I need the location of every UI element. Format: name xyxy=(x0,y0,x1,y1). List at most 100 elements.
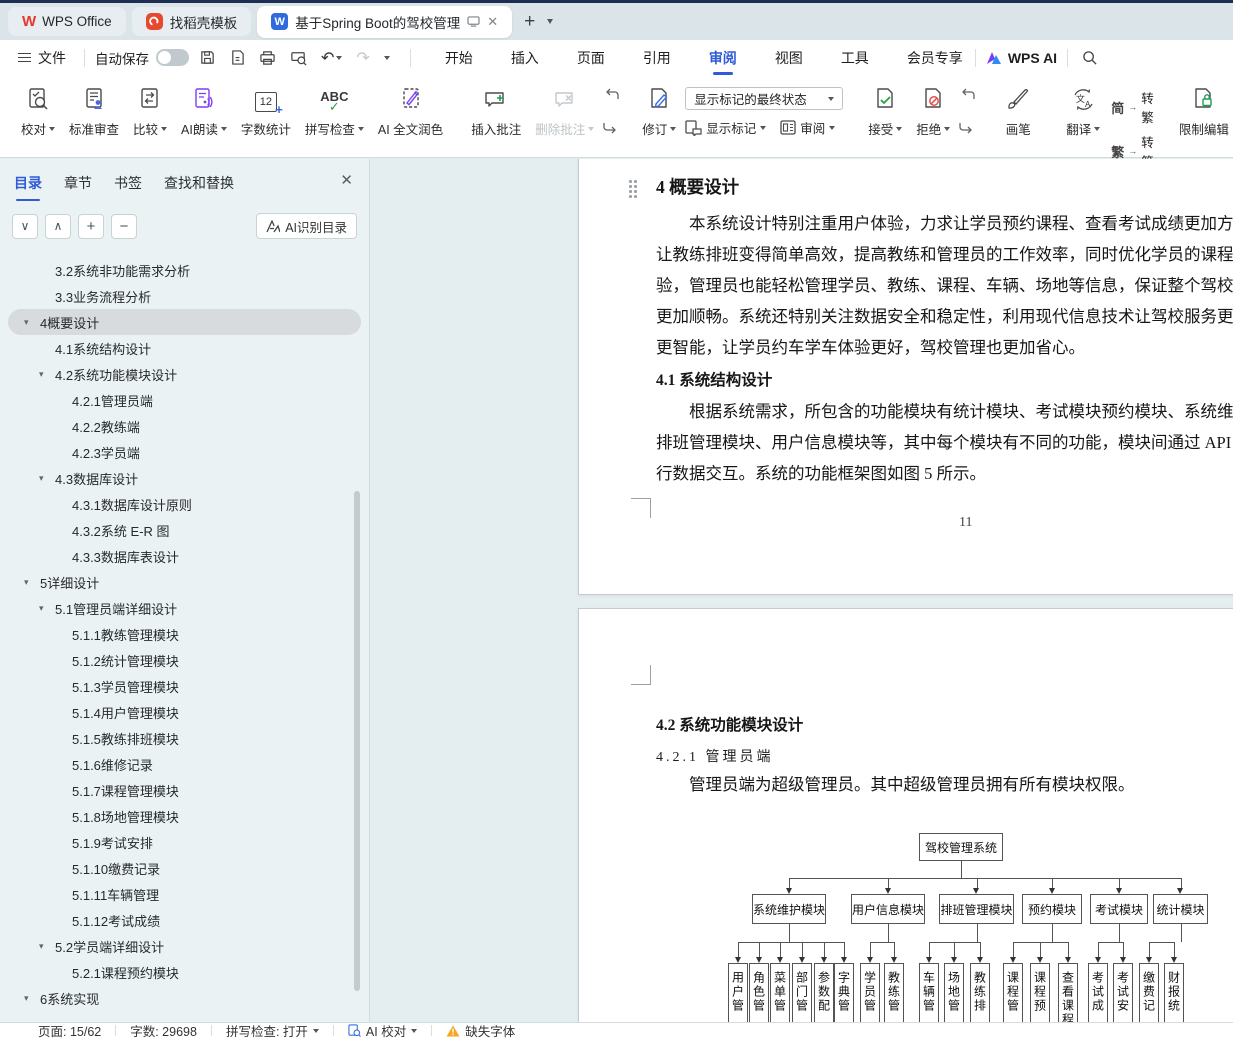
tab-docer-templates[interactable]: 找稻壳模板 xyxy=(131,7,252,36)
markup-state-combobox[interactable]: 显示标记的最终状态 xyxy=(685,87,844,110)
undo-button[interactable]: ↶ xyxy=(321,48,343,68)
review-pane-button[interactable]: 审阅 xyxy=(780,118,836,137)
tab-toc[interactable]: 目录 xyxy=(14,173,42,201)
redo-button[interactable]: ↷ xyxy=(356,48,369,68)
expand-arrow-icon[interactable]: ▾ xyxy=(24,993,40,1004)
toc-item[interactable]: 4.3.1数据库设计原则 xyxy=(8,491,361,517)
toc-item[interactable]: 4.3.2系统 E-R 图 xyxy=(8,517,361,543)
accept-button[interactable]: 接受 xyxy=(861,80,909,143)
toc-item[interactable]: 5.1.10缴费记录 xyxy=(8,855,361,881)
toc-item[interactable]: 4.2.1管理员端 xyxy=(8,387,361,413)
close-tab-icon[interactable]: ✕ xyxy=(487,14,498,30)
expand-down-button[interactable]: ∨ xyxy=(12,213,38,239)
toc-item[interactable]: 4.2.2教练端 xyxy=(8,413,361,439)
previous-revision-icon[interactable] xyxy=(959,86,975,100)
toc-item[interactable]: ▾ 4.3数据库设计 xyxy=(8,465,361,491)
show-markup-button[interactable]: 显示标记 xyxy=(685,118,767,137)
screen-share-icon[interactable] xyxy=(467,16,480,27)
toc-item[interactable]: 4.2.3学员端 xyxy=(8,439,361,465)
word-count-button[interactable]: 12 + 字数统计 xyxy=(234,80,298,143)
spell-check-button[interactable]: ABC ✓ 拼写检查 xyxy=(298,80,371,143)
expand-arrow-icon[interactable]: ▾ xyxy=(24,317,40,328)
reject-button[interactable]: 拒绝 xyxy=(909,80,957,143)
toc-item[interactable]: 4.1系统结构设计 xyxy=(8,335,361,361)
missing-font-warning[interactable]: 缺失字体 xyxy=(446,1021,515,1038)
brush-button[interactable]: 画笔 xyxy=(991,80,1045,143)
ai-read-button[interactable]: AI朗读 xyxy=(174,80,234,143)
ai-polish-button[interactable]: AI 全文润色 xyxy=(371,80,450,143)
document-page-12[interactable]: 4.2 系统功能模块设计 4.2.1 管理员端 管理员端为超级管理员。其中超级管… xyxy=(578,608,1233,1022)
paragraph-drag-handle-icon[interactable] xyxy=(629,180,639,198)
translate-button[interactable]: 文A 翻译 xyxy=(1059,80,1107,143)
tab-document[interactable]: W 基于Spring Boot的驾校管理 ✕ xyxy=(257,5,513,38)
toc-item[interactable]: ▾ 5.2学员端详细设计 xyxy=(8,933,361,959)
expand-arrow-icon[interactable]: ▾ xyxy=(39,473,55,484)
expand-arrow-icon[interactable]: ▾ xyxy=(24,577,40,588)
previous-comment-icon[interactable] xyxy=(603,86,619,100)
toc-item[interactable]: ▾ 5详细设计 xyxy=(8,569,361,595)
tab-list-chevron-icon[interactable] xyxy=(547,19,554,24)
menu-reference[interactable]: 引用 xyxy=(641,41,673,75)
toc-item[interactable]: ▾ 4.2系统功能模块设计 xyxy=(8,361,361,387)
close-sidebar-icon[interactable]: ✕ xyxy=(340,171,353,189)
proofread-button[interactable]: 校对 xyxy=(14,80,62,143)
quickbar-chevron-icon[interactable] xyxy=(383,55,390,60)
revise-button[interactable]: 修订 xyxy=(635,80,683,143)
print-icon[interactable] xyxy=(259,50,276,66)
toc-item[interactable]: 5.2.1课程预约模块 xyxy=(8,959,361,985)
toc-item[interactable]: 5.1.2统计管理模块 xyxy=(8,647,361,673)
menu-tools[interactable]: 工具 xyxy=(839,41,871,75)
document-page-11[interactable]: 4 概要设计 本系统设计特别注重用户体验，力求让学员预约课程、查看考试成绩更加方… xyxy=(578,159,1233,595)
next-comment-icon[interactable] xyxy=(603,122,619,136)
menu-home[interactable]: 开始 xyxy=(443,41,475,75)
menu-insert[interactable]: 插入 xyxy=(509,41,541,75)
ai-proofread-status[interactable]: AI 校对 xyxy=(348,1021,418,1038)
search-icon[interactable] xyxy=(1082,50,1098,66)
tab-chapter[interactable]: 章节 xyxy=(64,173,92,201)
menu-page[interactable]: 页面 xyxy=(575,41,607,75)
toc-item[interactable]: ▾ 4概要设计 xyxy=(8,309,361,335)
menu-view[interactable]: 视图 xyxy=(773,41,805,75)
tab-bookmark[interactable]: 书签 xyxy=(114,173,142,201)
toc-item[interactable]: ▾ 6系统实现 xyxy=(8,985,361,1011)
to-traditional-button[interactable]: 简 → 转繁 xyxy=(1111,88,1154,126)
sidebar-scrollbar[interactable] xyxy=(354,491,360,991)
page-indicator[interactable]: 页面: 15/62 xyxy=(38,1021,101,1038)
collapse-all-button[interactable]: − xyxy=(111,213,137,239)
toc-item[interactable]: 5.1.12考试成绩 xyxy=(8,907,361,933)
autosave-toggle[interactable] xyxy=(156,49,189,66)
toc-item[interactable]: 5.1.11车辆管理 xyxy=(8,881,361,907)
toc-item[interactable]: 5.1.8场地管理模块 xyxy=(8,803,361,829)
toc-item[interactable]: 5.1.1教练管理模块 xyxy=(8,621,361,647)
expand-arrow-icon[interactable]: ▾ xyxy=(39,369,55,380)
file-menu[interactable]: 文件 xyxy=(10,48,74,68)
menu-member[interactable]: 会员专享 xyxy=(905,41,965,75)
toc-item[interactable]: 5.1.4用户管理模块 xyxy=(8,699,361,725)
save-icon[interactable] xyxy=(199,49,216,66)
tab-find-replace[interactable]: 查找和替换 xyxy=(164,173,234,201)
document-canvas[interactable]: 4 概要设计 本系统设计特别注重用户体验，力求让学员预约课程、查看考试成绩更加方… xyxy=(371,159,1233,1022)
toc-item[interactable]: 5.1.6维修记录 xyxy=(8,751,361,777)
next-revision-icon[interactable] xyxy=(959,122,975,136)
toc-item[interactable]: 5.1.3学员管理模块 xyxy=(8,673,361,699)
wps-ai-button[interactable]: WPS AI xyxy=(986,50,1057,66)
export-pdf-icon[interactable] xyxy=(230,49,245,66)
toc-item[interactable]: 3.3业务流程分析 xyxy=(8,283,361,309)
toc-item[interactable]: 5.1.7课程管理模块 xyxy=(8,777,361,803)
print-preview-icon[interactable] xyxy=(290,49,307,66)
toc-item[interactable]: 4.3.3数据库表设计 xyxy=(8,543,361,569)
expand-all-button[interactable]: + xyxy=(78,213,104,239)
toc-item[interactable]: 5.1.9考试安排 xyxy=(8,829,361,855)
menu-review[interactable]: 审阅 xyxy=(707,41,739,75)
spellcheck-status[interactable]: 拼写检查: 打开 xyxy=(226,1021,319,1038)
standard-review-button[interactable]: 标准审查 xyxy=(62,80,126,143)
undo-chevron-icon[interactable] xyxy=(336,55,343,60)
ai-recognize-toc-button[interactable]: AI识别目录 xyxy=(256,213,357,239)
collapse-up-button[interactable]: ∧ xyxy=(45,213,71,239)
expand-arrow-icon[interactable]: ▾ xyxy=(39,603,55,614)
compare-button[interactable]: 比较 xyxy=(126,80,174,143)
expand-arrow-icon[interactable]: ▾ xyxy=(39,941,55,952)
restrict-edit-button[interactable]: 限制编辑 xyxy=(1172,80,1233,143)
toc-item[interactable]: 3.2系统非功能需求分析 xyxy=(8,257,361,283)
toc-item[interactable]: ▾ 5.1管理员端详细设计 xyxy=(8,595,361,621)
